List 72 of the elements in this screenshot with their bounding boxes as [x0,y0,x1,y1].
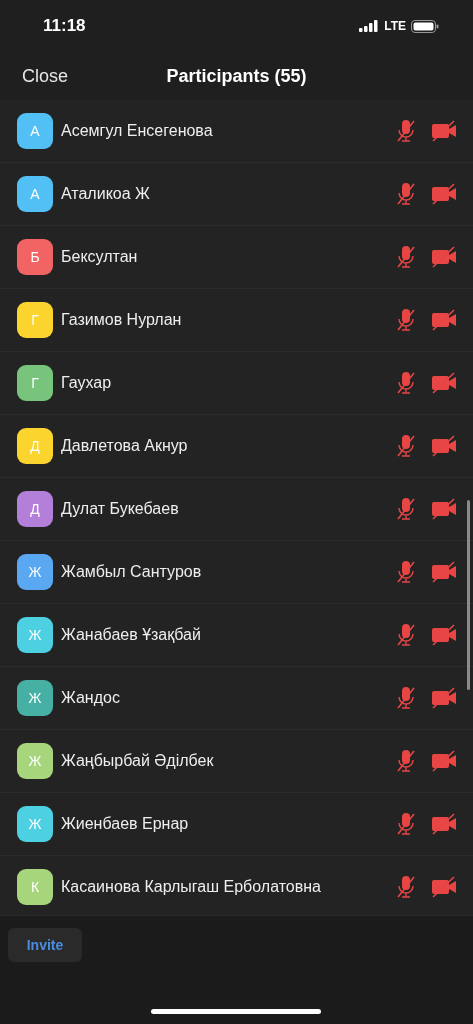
video-off-icon [431,687,457,709]
participant-name: Аталикоа Ж [61,185,151,203]
avatar: Ж [17,617,53,653]
participant-row[interactable]: Ж Жамбыл Сантуров [0,541,473,604]
video-off-icon [431,561,457,583]
participant-name: Давлетова Акнур [61,437,189,455]
muted-microphone-icon [395,370,417,396]
muted-microphone-icon [395,307,417,333]
participant-row[interactable]: Д Дулат Букебаев [0,478,473,541]
video-off-icon [431,750,457,772]
participant-name: Касаинова Карлыгаш Ерболатовна [61,878,322,896]
muted-microphone-icon [395,433,417,459]
participant-row[interactable]: Ж Жандос [0,667,473,730]
muted-microphone-icon [395,181,417,207]
participant-row[interactable]: Г Гаухар [0,352,473,415]
participant-row[interactable]: Ж Жанабаев Ұзақбай [0,604,473,667]
muted-microphone-icon [395,622,417,648]
participant-row[interactable]: Б Бексултан [0,226,473,289]
video-off-icon [431,183,457,205]
participant-name: Бексултан [61,248,139,266]
participant-name: Асемгул Енсегенова [61,122,214,140]
participant-name: Жиенбаев Ернар [61,815,190,833]
video-off-icon [431,309,457,331]
invite-button[interactable]: Invite [8,928,82,962]
participant-row[interactable]: А Асемгул Енсегенова [0,100,473,163]
video-off-icon [431,813,457,835]
avatar: Ж [17,554,53,590]
muted-microphone-icon [395,811,417,837]
avatar: К [17,869,53,905]
video-off-icon [431,876,457,898]
participant-row[interactable]: А Аталикоа Ж [0,163,473,226]
avatar: Б [17,239,53,275]
avatar: Г [17,302,53,338]
avatar: Д [17,491,53,527]
participant-row[interactable]: Ж Жиенбаев Ернар [0,793,473,856]
muted-microphone-icon [395,748,417,774]
video-off-icon [431,624,457,646]
participant-name: Газимов Нурлан [61,311,183,329]
avatar: Г [17,365,53,401]
muted-microphone-icon [395,559,417,585]
video-off-icon [431,120,457,142]
video-off-icon [431,435,457,457]
muted-microphone-icon [395,874,417,900]
video-off-icon [431,372,457,394]
avatar: Д [17,428,53,464]
avatar: А [17,176,53,212]
muted-microphone-icon [395,685,417,711]
video-off-icon [431,246,457,268]
avatar: Ж [17,806,53,842]
close-button[interactable]: Close [22,65,69,87]
muted-microphone-icon [395,118,417,144]
participant-name: Жаңбырбай Әділбек [61,752,215,770]
participant-row[interactable]: Ж Жаңбырбай Әділбек [0,730,473,793]
avatar: А [17,113,53,149]
participant-name: Жандос [61,689,121,707]
status-time: 11:18 [43,16,86,36]
signal-icon [359,20,380,32]
participant-row[interactable]: Д Давлетова Акнур [0,415,473,478]
participant-name: Жамбыл Сантуров [61,563,203,581]
video-off-icon [431,498,457,520]
avatar: Ж [17,680,53,716]
muted-microphone-icon [395,496,417,522]
network-label: LTE [384,19,406,33]
muted-microphone-icon [395,244,417,270]
participant-row[interactable]: Г Газимов Нурлан [0,289,473,352]
participant-row[interactable]: К Касаинова Карлыгаш Ерболатовна [0,856,473,915]
screen-title: Participants (55) [166,65,307,87]
participant-name: Жанабаев Ұзақбай [61,626,202,644]
avatar: Ж [17,743,53,779]
battery-icon [411,19,439,33]
participant-name: Дулат Букебаев [61,500,180,518]
participant-name: Гаухар [61,374,113,392]
